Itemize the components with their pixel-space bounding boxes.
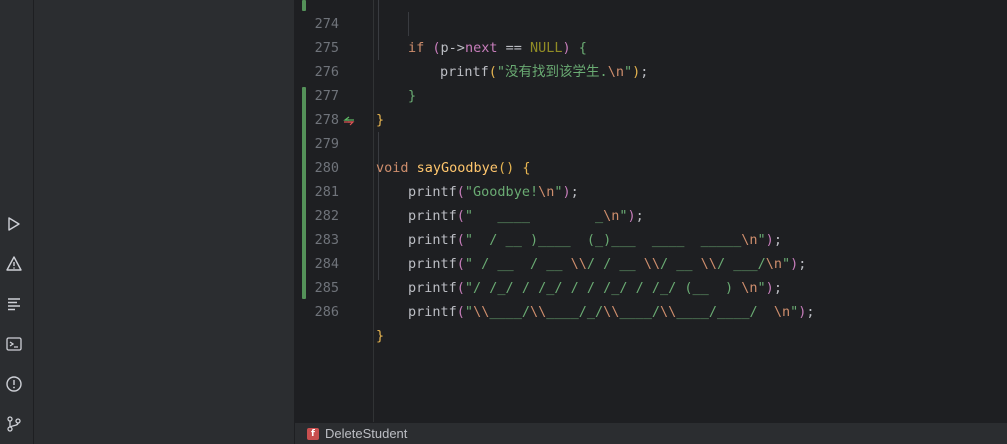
problems-icon[interactable] (4, 374, 24, 394)
code-line: 278 (295, 84, 1007, 128)
code-line: 277 } (295, 60, 1007, 128)
breadcrumb-bar: f DeleteStudent (295, 422, 1007, 444)
code-line: 284 printf("/ /_/ / /_/ / / /_/ / /_/ (_… (295, 228, 1007, 296)
code-line: 282 printf(" / __ )____ (_)___ ____ ____… (295, 180, 1007, 248)
code-line: 274 if (p->next == NULL) { (295, 0, 1007, 56)
code-line: 285 printf("\\____/\\____/_/\\____/\\___… (295, 252, 1007, 320)
code-line: 276 } (295, 36, 1007, 104)
code-line: 286 } (295, 276, 1007, 344)
structure-icon[interactable] (4, 294, 24, 314)
terminal-icon[interactable] (4, 334, 24, 354)
tool-window-strip (0, 0, 34, 444)
code-line: 280 printf("Goodbye!\n"); (295, 132, 1007, 200)
warning-icon[interactable] (4, 254, 24, 274)
code-text: } (376, 328, 385, 344)
breadcrumb-item[interactable]: DeleteStudent (325, 426, 407, 441)
function-icon: f (307, 428, 319, 440)
line-number: 286 (314, 304, 339, 320)
code-editor[interactable]: 274 if (p->next == NULL) { 275 printf("没… (295, 0, 1007, 422)
git-icon[interactable] (4, 414, 24, 434)
ide-window: 274 if (p->next == NULL) { 275 printf("没… (0, 0, 1007, 444)
code-line: 275 printf("没有找到该学生.\n"); (295, 12, 1007, 80)
code-line: 283 printf(" / __ / __ \\/ / __ \\/ __ \… (295, 204, 1007, 272)
run-icon[interactable] (4, 214, 24, 234)
code-line: 281 printf(" ____ _\n"); (295, 156, 1007, 224)
code-line: 279 void sayGoodbye() { (295, 108, 1007, 176)
code-text: printf("\\____/\\____/_/\\____/\\____/__… (408, 304, 815, 320)
project-panel (34, 0, 294, 444)
